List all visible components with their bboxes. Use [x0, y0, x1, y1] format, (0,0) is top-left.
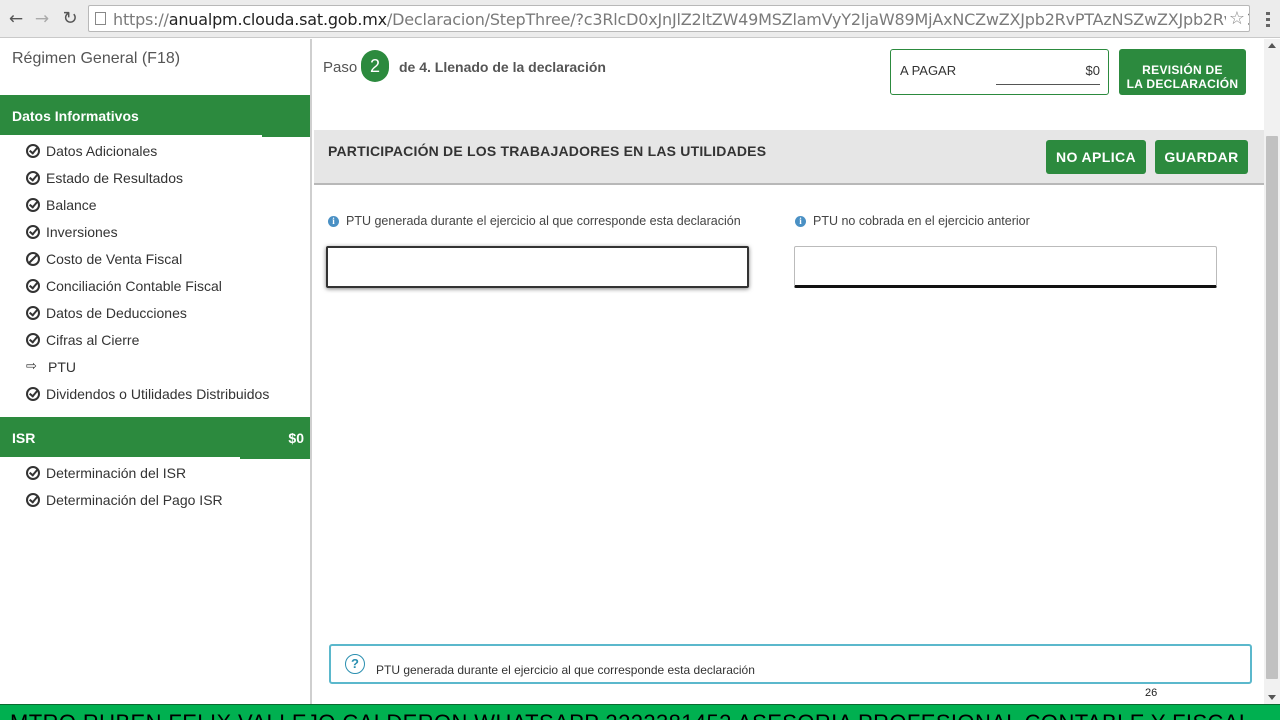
url-text: https://anualpm.clouda.sat.gob.mx/Declar… [113, 10, 1250, 29]
back-arrow-icon[interactable]: ← [5, 8, 27, 30]
sign-in-icon: ⇨ [26, 359, 37, 374]
field-label-ptu-no-cobrada: i PTU no cobrada en el ejercicio anterio… [795, 214, 1030, 228]
url-domain: anualpm.clouda.sat.gob.mx [168, 10, 387, 29]
sidebar-item-estado-de-resultados[interactable]: Estado de Resultados [26, 167, 183, 189]
sidebar-item-determinacion-isr[interactable]: Determinación del ISR [26, 462, 186, 484]
scroll-up-arrow-icon[interactable] [1268, 43, 1276, 48]
scrollbar-thumb[interactable] [1266, 136, 1278, 679]
section-amount: $0 [288, 430, 304, 446]
sidebar-item-label: Balance [46, 197, 97, 213]
url-scheme: https:// [113, 10, 169, 29]
browser-menu-icon[interactable] [1266, 12, 1270, 28]
url-path: /Declaracion/StepThree/?c3RlcD0xJnJlZ2lt… [386, 10, 1250, 29]
sidebar-item-label: Conciliación Contable Fiscal [46, 278, 222, 294]
page-scrollbar[interactable] [1264, 39, 1280, 704]
info-icon[interactable]: i [328, 215, 339, 227]
amount-to-pay-value: $0 [1085, 63, 1100, 78]
sidebar-item-ptu[interactable]: ⇨ PTU [26, 356, 76, 378]
sidebar-item-conciliacion-contable-fiscal[interactable]: Conciliación Contable Fiscal [26, 275, 222, 297]
sidebar-item-label: Dividendos o Utilidades Distribuidos [46, 386, 270, 402]
amount-to-pay-box: A PAGAR $0 [890, 49, 1109, 95]
help-text: PTU generada durante el ejercicio al que… [376, 663, 755, 677]
section-label: Datos Informativos [12, 108, 139, 124]
check-circle-icon [26, 144, 40, 158]
sidebar-item-datos-de-deducciones[interactable]: Datos de Deducciones [26, 302, 187, 324]
check-circle-icon [26, 466, 40, 480]
step-label: Paso [323, 59, 358, 76]
check-circle-icon [26, 387, 40, 401]
section-underline [0, 457, 240, 459]
section-underline [0, 135, 262, 137]
sidebar-item-cifras-al-cierre[interactable]: Cifras al Cierre [26, 329, 139, 351]
check-circle-icon [26, 198, 40, 212]
section-header-datos-informativos[interactable]: Datos Informativos [0, 95, 310, 137]
scroll-down-arrow-icon[interactable] [1268, 695, 1276, 700]
bookmark-star-icon[interactable]: ☆ [1226, 7, 1248, 30]
sidebar-item-label: Datos Adicionales [46, 143, 158, 159]
ban-circle-icon [26, 252, 40, 266]
check-circle-icon [26, 306, 40, 320]
sidebar-item-label: Datos de Deducciones [46, 305, 187, 321]
field-label-text: PTU no cobrada en el ejercicio anterior [813, 214, 1030, 228]
regimen-title: Régimen General (F18) [12, 50, 181, 67]
sidebar-item-label: Estado de Resultados [46, 170, 183, 186]
sidebar-item-inversiones[interactable]: Inversiones [26, 221, 118, 243]
check-circle-icon [26, 333, 40, 347]
check-circle-icon [26, 225, 40, 239]
review-button-line2: LA DECLARACIÓN [1126, 76, 1239, 91]
sidebar-item-datos-adicionales[interactable]: Datos Adicionales [26, 140, 157, 162]
reload-icon[interactable]: ↻ [59, 8, 81, 30]
sidebar-item-label: PTU [48, 359, 76, 375]
sidebar-item-label: Cifras al Cierre [46, 332, 140, 348]
sidebar-item-label: Costo de Venta Fiscal [46, 251, 183, 267]
sidebar-item-label: Determinación del Pago ISR [46, 492, 223, 508]
no-aplica-button[interactable]: NO APLICA [1046, 140, 1146, 174]
sidebar-item-determinacion-pago-isr[interactable]: Determinación del Pago ISR [26, 489, 223, 511]
field-label-text: PTU generada durante el ejercicio al que… [346, 214, 741, 228]
help-box: ? PTU generada durante el ejercicio al q… [329, 644, 1252, 684]
bottom-banner: MTRO RUBEN FELIX VALLEJO CALDERON WHATSA… [0, 704, 1280, 720]
section-header-isr[interactable]: ISR $0 [0, 417, 310, 459]
info-icon[interactable]: i [795, 215, 806, 227]
sidebar-item-label: Inversiones [46, 224, 118, 240]
step-number-badge: 2 [361, 50, 389, 82]
browser-toolbar: ← → ↻ https://anualpm.clouda.sat.gob.mx/… [0, 0, 1280, 38]
question-circle-icon: ? [345, 654, 365, 674]
step-description: de 4. Llenado de la declaración [399, 59, 606, 75]
banner-text: MTRO RUBEN FELIX VALLEJO CALDERON WHATSA… [10, 710, 1252, 720]
ptu-generada-input[interactable] [326, 246, 749, 288]
main-content: Paso 2 de 4. Llenado de la declaración A… [314, 39, 1264, 704]
page-icon [95, 12, 106, 25]
check-circle-icon [26, 279, 40, 293]
review-declaration-button[interactable]: REVISIÓN DE LA DECLARACIÓN [1119, 49, 1246, 95]
slide-number: 26 [1145, 687, 1158, 699]
check-circle-icon [26, 493, 40, 507]
review-button-line1: REVISIÓN DE [1142, 62, 1223, 77]
ptu-no-cobrada-input[interactable] [794, 246, 1217, 288]
forward-arrow-icon[interactable]: → [31, 8, 53, 30]
amount-to-pay-label: A PAGAR [900, 63, 957, 78]
panel-title: PARTICIPACIÓN DE LOS TRABAJADORES EN LAS… [328, 143, 767, 159]
panel-header: PARTICIPACIÓN DE LOS TRABAJADORES EN LAS… [314, 130, 1264, 185]
sidebar-item-dividendos[interactable]: Dividendos o Utilidades Distribuidos [26, 383, 269, 405]
section-label: ISR [12, 430, 36, 446]
amount-underline [996, 84, 1100, 85]
sidebar-item-balance[interactable]: Balance [26, 194, 97, 216]
address-bar[interactable]: https://anualpm.clouda.sat.gob.mx/Declar… [88, 5, 1250, 32]
field-label-ptu-generada: i PTU generada durante el ejercicio al q… [328, 214, 741, 228]
sidebar-item-label: Determinación del ISR [46, 465, 187, 481]
save-button[interactable]: GUARDAR [1155, 140, 1248, 174]
sidebar: Régimen General (F18) Datos Informativos… [0, 39, 312, 704]
sidebar-item-costo-de-venta-fiscal[interactable]: Costo de Venta Fiscal [26, 248, 182, 270]
check-circle-icon [26, 171, 40, 185]
